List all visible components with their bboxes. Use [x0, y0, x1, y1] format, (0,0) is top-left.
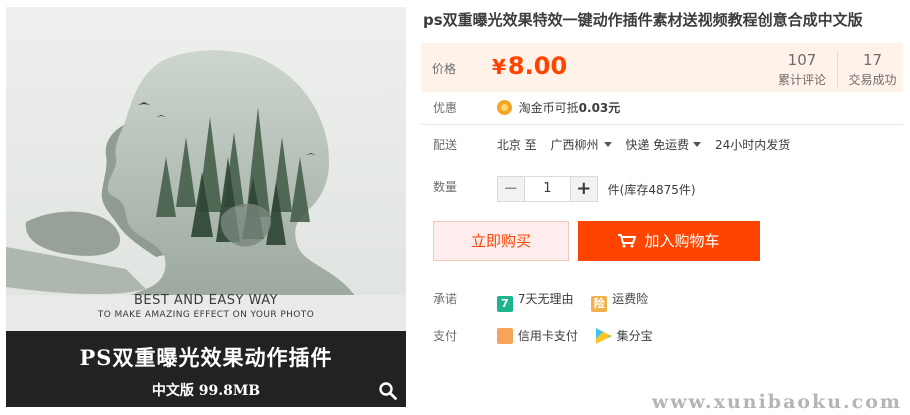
promise-label: 承诺	[433, 292, 458, 306]
divider	[421, 124, 903, 125]
shipping-destination-select[interactable]: 广西柳州	[550, 138, 612, 152]
promo-text-prefix: 淘金币可抵	[518, 101, 579, 115]
quantity-label: 数量	[433, 179, 458, 194]
chevron-down-icon[interactable]	[693, 142, 702, 147]
price-label: 价格	[432, 62, 457, 76]
seven-day-return-icon: 7	[496, 296, 513, 312]
reviews-count: 107	[787, 51, 817, 69]
payment-row: 支付 信用卡支付 集分宝	[433, 327, 667, 344]
stock-text: 件(库存4875件)	[607, 182, 696, 197]
image-caption-line2: TO MAKE AMAZING EFFECT ON YOUR PHOTO	[97, 310, 315, 320]
price-currency: ¥	[492, 55, 506, 79]
quantity-row: 数量 − 1 + 件(库存4875件)	[433, 176, 696, 202]
quantity-decrease-button[interactable]: −	[497, 177, 524, 201]
shipping-row: 配送 北京 至 广西柳州 快递 免运费 24小时内发货	[433, 136, 800, 153]
promise-item-freight[interactable]: 险运费险	[591, 292, 649, 312]
sales-stat: 17 交易成功	[837, 51, 907, 89]
promise-item-label: 7天无理由	[517, 292, 574, 306]
promise-item-7day[interactable]: 7 7天无理由	[496, 292, 574, 312]
payment-item-label: 信用卡支付	[517, 329, 578, 343]
promo-amount: 0.03元	[578, 101, 621, 115]
image-caption-line1: BEST AND EASY WAY	[133, 293, 279, 308]
image-band-title: PS双重曝光效果动作插件	[79, 345, 333, 370]
quantity-stepper: − 1 +	[496, 176, 598, 202]
reviews-stat[interactable]: 107 累计评论	[767, 51, 837, 88]
price-amount: 8.00	[507, 52, 568, 80]
promo-row: 优惠 淘金币可抵0.03元	[433, 99, 620, 116]
search-icon[interactable]	[378, 381, 398, 401]
image-band-subtitle: 中文版 99.8MB	[151, 383, 261, 399]
product-image[interactable]: BEST AND EASY WAY TO MAKE AMAZING EFFECT…	[6, 7, 406, 407]
shipping-dispatch: 24小时内发货	[714, 138, 791, 152]
shipping-destination: 广西柳州	[550, 138, 599, 152]
shipping-method: 快递 免运费	[625, 138, 690, 152]
sales-count: 17	[862, 51, 883, 69]
add-to-cart-button[interactable]: 加入购物车	[578, 221, 760, 261]
freight-insurance-icon: 险	[591, 296, 608, 312]
buy-now-button[interactable]: 立即购买	[433, 221, 569, 261]
payment-item-label: 集分宝	[616, 329, 653, 343]
payment-label: 支付	[433, 329, 458, 343]
double-exposure-artwork	[6, 7, 406, 327]
quantity-increase-button[interactable]: +	[570, 177, 597, 201]
shipping-label: 配送	[433, 138, 458, 152]
add-to-cart-label: 加入购物车	[644, 232, 720, 250]
payment-item-credit-card[interactable]: 信用卡支付	[496, 328, 578, 344]
promo-label: 优惠	[433, 101, 458, 115]
price-panel: 价格 ¥8.00 107 累计评论 17 交易成功	[421, 43, 903, 92]
coin-icon	[496, 100, 512, 115]
promise-row: 承诺 7 7天无理由 险运费险	[433, 290, 662, 312]
jifenbao-icon	[595, 328, 612, 344]
site-watermark: www.xunibaoku.com	[651, 391, 902, 413]
sales-label: 交易成功	[848, 73, 897, 87]
promise-item-label: 运费险	[612, 292, 649, 306]
reviews-label: 累计评论	[777, 73, 826, 87]
image-caption: BEST AND EASY WAY TO MAKE AMAZING EFFECT…	[6, 293, 406, 320]
price-value: ¥8.00	[492, 52, 567, 80]
quantity-input[interactable]: 1	[523, 177, 571, 201]
shipping-from: 北京 至	[496, 138, 537, 152]
chevron-down-icon	[603, 142, 612, 147]
product-title: ps双重曝光效果特效一键动作插件素材送视频教程创意合成中文版	[423, 11, 863, 29]
image-title-band: PS双重曝光效果动作插件 中文版 99.8MB	[6, 331, 406, 407]
credit-card-icon	[496, 328, 513, 344]
cart-icon	[618, 234, 637, 248]
payment-item-jifenbao[interactable]: 集分宝	[595, 328, 653, 344]
promo-text: 淘金币可抵0.03元	[519, 101, 621, 115]
